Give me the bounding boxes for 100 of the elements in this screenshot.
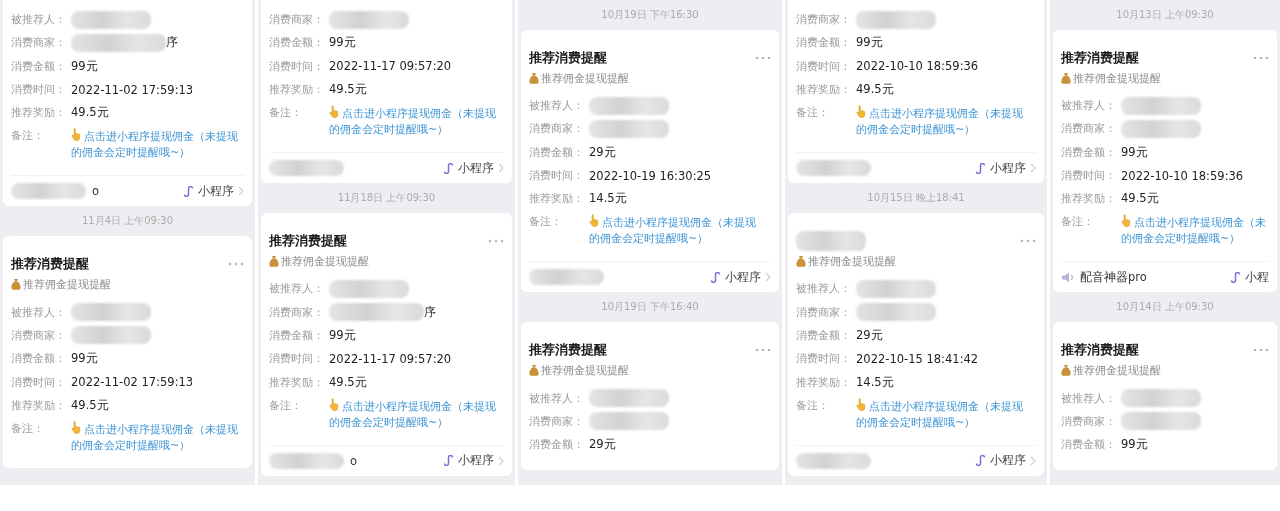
- field-value: 2022-10-10 18:59:36: [1121, 168, 1244, 183]
- field-value: 49.5元: [329, 374, 367, 390]
- field-value: 2022-11-02 17:59:13: [71, 82, 194, 97]
- field-value: 29元: [589, 437, 616, 453]
- mini-program-link[interactable]: 小程序: [443, 160, 504, 176]
- field-label: 消费商家：: [1061, 121, 1117, 137]
- field-label: 消费时间：: [11, 374, 67, 390]
- field-value: 49.5元: [1121, 191, 1159, 207]
- withdraw-link[interactable]: 点击进小程序提现佣金（未提现 的佣金会定时提醒哦~）: [329, 105, 496, 139]
- field-value: 99元: [71, 58, 98, 74]
- mini-program-icon: [183, 186, 194, 197]
- chevron-icon: [498, 455, 504, 466]
- field-value: 2022-10-15 18:41:42: [856, 351, 979, 366]
- card-subtitle: 推荐佣金提现提醒: [541, 363, 629, 378]
- field-value: 14.5元: [589, 191, 627, 207]
- field-label: 被推荐人：: [11, 12, 67, 28]
- more-icon[interactable]: [228, 262, 244, 267]
- field-label: 备注：: [269, 397, 303, 413]
- field-value: 29元: [856, 327, 883, 343]
- mini-program-link[interactable]: 小程序: [183, 184, 244, 199]
- pointing-hand-icon: [71, 128, 82, 142]
- field-label: 被推荐人：: [269, 281, 325, 297]
- field-label: 被推荐人：: [11, 304, 67, 320]
- withdraw-link[interactable]: 点击进小程序提现佣金（未 的佣金会定时提醒哦~）: [1121, 214, 1266, 248]
- field-value: 49.5元: [71, 397, 109, 413]
- mini-program-icon: [443, 162, 454, 174]
- field-label: 消费金额：: [269, 35, 325, 51]
- field-label: 消费商家：: [529, 413, 585, 429]
- withdraw-link[interactable]: 点击进小程序提现佣金（未提现 的佣金会定时提醒哦~）: [329, 397, 496, 431]
- more-icon[interactable]: [488, 239, 504, 244]
- speaker-icon: [1061, 271, 1074, 284]
- field-value: 2022-11-17 09:57:20: [329, 351, 452, 366]
- field-value: 99元: [856, 35, 883, 51]
- withdraw-link[interactable]: 点击进小程序提现佣金（未提现 的佣金会定时提醒哦~）: [71, 420, 238, 454]
- field-label: 消费金额：: [1061, 144, 1117, 160]
- field-value: 14.5元: [856, 374, 894, 390]
- field-label: 消费商家：: [269, 12, 325, 28]
- source-name: o: [92, 184, 100, 199]
- money-bag-icon: [796, 255, 806, 268]
- field-value: 2022-11-17 09:57:20: [329, 59, 452, 74]
- field-label: 推荐奖励：: [1061, 191, 1117, 207]
- field-value: 2022-10-10 18:59:36: [856, 59, 979, 74]
- field-value: 99元: [71, 351, 98, 367]
- mini-program-link[interactable]: 小程: [1230, 270, 1269, 285]
- pointing-hand-icon: [1121, 214, 1132, 228]
- pointing-hand-icon: [589, 214, 600, 228]
- field-label: 消费时间：: [11, 82, 67, 98]
- field-label: 消费时间：: [269, 351, 325, 367]
- field-label: 推荐奖励：: [796, 82, 852, 98]
- more-icon[interactable]: [755, 56, 771, 60]
- field-label: 被推荐人：: [529, 390, 585, 406]
- more-icon[interactable]: [755, 348, 771, 353]
- pointing-hand-icon: [856, 105, 867, 119]
- mini-program-link[interactable]: 小程序: [710, 270, 771, 285]
- more-icon[interactable]: [1253, 56, 1269, 60]
- money-bag-icon: [1061, 364, 1071, 377]
- more-icon[interactable]: [1253, 348, 1269, 353]
- card-subtitle: 推荐佣金提现提醒: [23, 277, 111, 292]
- card-title: 推荐消费提醒: [269, 232, 347, 251]
- chevron-icon: [1030, 163, 1036, 174]
- more-icon[interactable]: [1020, 239, 1036, 244]
- field-value: 序: [424, 304, 436, 320]
- field-label: 备注：: [529, 214, 563, 230]
- field-value: 49.5元: [856, 82, 894, 98]
- mini-program-icon: [443, 455, 454, 467]
- card-title: 推荐消费提醒: [1061, 341, 1139, 360]
- mini-program-link[interactable]: 小程序: [975, 453, 1036, 469]
- card-title: 推荐消费提醒: [529, 49, 607, 67]
- card-subtitle: 推荐佣金提现提醒: [1073, 363, 1161, 378]
- field-label: 消费金额：: [1061, 437, 1117, 453]
- card-title: 推荐消费提醒: [1061, 49, 1139, 67]
- field-value: 29元: [589, 144, 616, 160]
- withdraw-link[interactable]: 点击进小程序提现佣金（未提现 的佣金会定时提醒哦~）: [71, 128, 238, 162]
- money-bag-icon: [529, 72, 539, 84]
- withdraw-link[interactable]: 点击进小程序提现佣金（未提现 的佣金会定时提醒哦~）: [856, 397, 1023, 431]
- withdraw-link[interactable]: 点击进小程序提现佣金（未提现 的佣金会定时提醒哦~）: [589, 214, 756, 248]
- card-title: 推荐消费提醒: [529, 341, 607, 360]
- pointing-hand-icon: [329, 397, 340, 411]
- field-label: 备注：: [269, 105, 303, 121]
- mini-program-icon: [710, 272, 721, 283]
- field-label: 消费商家：: [796, 12, 852, 28]
- field-value: 99元: [1121, 437, 1148, 453]
- field-value: 99元: [329, 35, 356, 51]
- field-label: 推荐奖励：: [11, 105, 67, 121]
- chevron-icon: [498, 163, 504, 174]
- field-label: 推荐奖励：: [269, 82, 325, 98]
- pointing-hand-icon: [71, 420, 82, 434]
- field-label: 消费商家：: [796, 304, 852, 320]
- field-label: 消费金额：: [529, 144, 585, 160]
- field-label: 备注：: [1061, 214, 1095, 230]
- mini-program-link[interactable]: 小程序: [975, 160, 1036, 176]
- withdraw-link[interactable]: 点击进小程序提现佣金（未提现 的佣金会定时提醒哦~）: [856, 105, 1023, 139]
- field-label: 消费金额：: [796, 327, 852, 343]
- chevron-icon: [238, 186, 244, 197]
- field-label: 消费金额：: [796, 35, 852, 51]
- chevron-icon: [765, 272, 771, 283]
- field-value: 2022-11-02 17:59:13: [71, 375, 194, 389]
- field-label: 被推荐人：: [1061, 390, 1117, 406]
- money-bag-icon: [269, 255, 279, 268]
- mini-program-link[interactable]: 小程序: [443, 453, 504, 469]
